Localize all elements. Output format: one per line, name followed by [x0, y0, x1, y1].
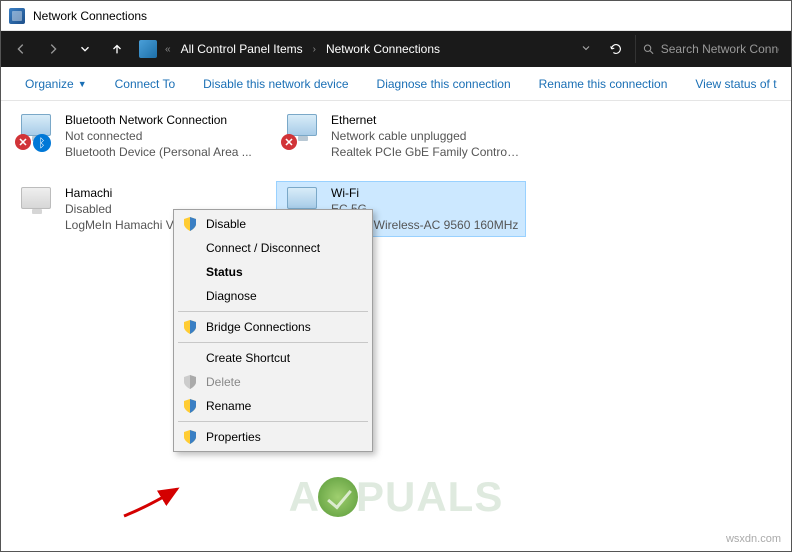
breadcrumb[interactable]: « All Control Panel Items › Network Conn… [135, 35, 563, 63]
context-menu: Disable Connect / Disconnect Status Diag… [173, 209, 373, 452]
connection-icon: ✕ ᛒ [15, 112, 59, 152]
refresh-button[interactable] [601, 35, 631, 63]
menu-separator [178, 342, 368, 343]
arrow-right-icon [46, 42, 60, 56]
annotation-arrow [119, 481, 189, 521]
watermark: APUALS [1, 473, 791, 521]
shield-icon [182, 319, 198, 335]
connection-device: Bluetooth Device (Personal Area ... [65, 144, 252, 160]
connection-icon [15, 185, 59, 225]
app-icon [9, 8, 25, 24]
breadcrumb-prefix: « [163, 44, 173, 55]
menu-separator [178, 421, 368, 422]
shield-icon [182, 216, 198, 232]
connection-status: Not connected [65, 128, 252, 144]
connection-grid: ✕ ᛒ Bluetooth Network Connection Not con… [11, 109, 781, 236]
refresh-icon [609, 42, 623, 56]
diagnose-button[interactable]: Diagnose this connection [363, 71, 525, 97]
organize-menu[interactable]: Organize ▼ [11, 71, 101, 97]
connection-name: Ethernet [331, 112, 521, 128]
address-bar: « All Control Panel Items › Network Conn… [1, 31, 791, 67]
window-title: Network Connections [33, 9, 147, 23]
connection-ethernet[interactable]: ✕ Ethernet Network cable unplugged Realt… [277, 109, 525, 164]
connection-bluetooth[interactable]: ✕ ᛒ Bluetooth Network Connection Not con… [11, 109, 259, 164]
location-icon [139, 40, 157, 58]
shield-icon [182, 398, 198, 414]
search-placeholder: Search Network Connec [661, 42, 779, 56]
arrow-up-icon [110, 42, 124, 56]
menu-delete: Delete [176, 370, 370, 394]
footer-attribution: wsxdn.com [726, 533, 781, 545]
breadcrumb-separator: › [311, 44, 318, 55]
recent-dropdown[interactable] [71, 35, 99, 63]
back-button[interactable] [7, 35, 35, 63]
connection-status: Network cable unplugged [331, 128, 521, 144]
toolbar: Organize ▼ Connect To Disable this netwo… [1, 67, 791, 101]
disconnected-icon: ✕ [15, 134, 31, 150]
menu-separator [178, 311, 368, 312]
breadcrumb-item-network[interactable]: Network Connections [320, 38, 446, 60]
chevron-down-icon [580, 42, 592, 54]
connection-icon: ✕ [281, 112, 325, 152]
chevron-down-icon: ▼ [78, 79, 87, 89]
bluetooth-icon: ᛒ [33, 134, 51, 152]
titlebar: Network Connections [1, 1, 791, 31]
menu-status[interactable]: Status [176, 260, 370, 284]
connection-name: Hamachi [65, 185, 255, 201]
up-button[interactable] [103, 35, 131, 63]
chevron-down-icon [78, 42, 92, 56]
menu-diagnose[interactable]: Diagnose [176, 284, 370, 308]
search-icon [642, 42, 655, 56]
menu-disable[interactable]: Disable [176, 212, 370, 236]
menu-shortcut[interactable]: Create Shortcut [176, 346, 370, 370]
search-input[interactable]: Search Network Connec [635, 35, 785, 63]
view-status-button[interactable]: View status of t [681, 71, 790, 97]
disable-device-button[interactable]: Disable this network device [189, 71, 362, 97]
watermark-logo-icon [318, 477, 358, 517]
window: Network Connections « All Control Panel … [0, 0, 792, 552]
connection-name: Bluetooth Network Connection [65, 112, 252, 128]
menu-properties[interactable]: Properties [176, 425, 370, 449]
disconnected-icon: ✕ [281, 134, 297, 150]
shield-icon [182, 429, 198, 445]
connect-to-button[interactable]: Connect To [101, 71, 190, 97]
menu-rename[interactable]: Rename [176, 394, 370, 418]
connection-name: Wi-Fi [331, 185, 518, 201]
content-area: ✕ ᛒ Bluetooth Network Connection Not con… [1, 101, 791, 551]
breadcrumb-dropdown[interactable] [573, 42, 599, 57]
arrow-left-icon [14, 42, 28, 56]
forward-button[interactable] [39, 35, 67, 63]
breadcrumb-item-control-panel[interactable]: All Control Panel Items [175, 38, 309, 60]
connection-device: Realtek PCIe GbE Family Controller [331, 144, 521, 160]
menu-connect[interactable]: Connect / Disconnect [176, 236, 370, 260]
menu-bridge[interactable]: Bridge Connections [176, 315, 370, 339]
shield-icon [182, 374, 198, 390]
rename-button[interactable]: Rename this connection [525, 71, 682, 97]
